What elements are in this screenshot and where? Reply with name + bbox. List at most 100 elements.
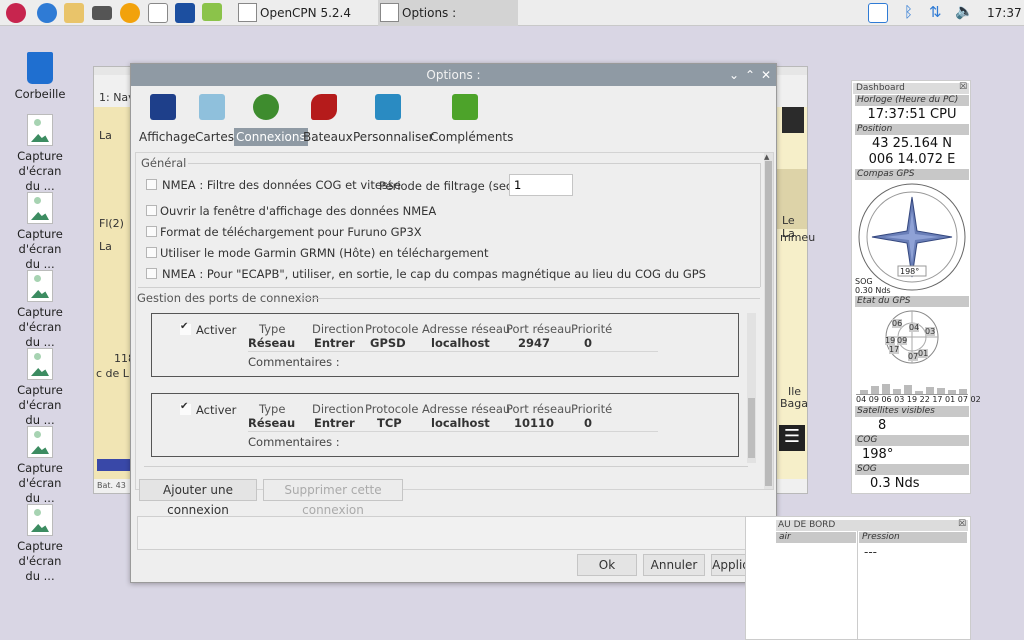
- col-header-type: Type: [259, 322, 286, 336]
- signal-status-icon[interactable]: [782, 107, 804, 133]
- tab-connexions[interactable]: Connexions: [234, 90, 308, 147]
- enable-label: Activer: [196, 403, 237, 417]
- options-task-icon: [380, 3, 399, 22]
- row-separator: [248, 351, 658, 352]
- menu-icon[interactable]: ☰: [779, 425, 805, 451]
- sun-icon[interactable]: [120, 3, 140, 23]
- comments-label: Commentaires :: [248, 435, 340, 449]
- col-header-address: Adresse réseau: [422, 322, 511, 336]
- connection-entry-1[interactable]: Activer Type Direction Protocole Adresse…: [151, 313, 739, 377]
- signal-bar: [882, 384, 890, 394]
- bluetooth-icon[interactable]: ᛒ: [904, 3, 913, 21]
- conn-type: Réseau: [248, 336, 296, 350]
- scroll-up-icon[interactable]: ▲: [764, 153, 769, 161]
- monitor-icon: [150, 94, 176, 120]
- task-opencpn[interactable]: OpenCPN 5.2.4: [236, 0, 374, 26]
- satellite-id: 03: [925, 327, 936, 336]
- signal-bar: [860, 390, 868, 394]
- longitude-value: 006 14.072 E: [868, 152, 956, 167]
- desktop-icon-screenshot[interactable]: Capture d'écran du ...: [4, 192, 76, 272]
- compass-caption: Compas GPS: [855, 169, 969, 180]
- group-separator: [138, 287, 760, 288]
- tab-bateaux[interactable]: Bateaux: [301, 90, 353, 147]
- conn-type: Réseau: [248, 416, 296, 430]
- filter-period-input[interactable]: [509, 174, 573, 196]
- keyboard-icon[interactable]: [92, 6, 112, 20]
- clock-caption: Horloge (Heure du PC): [855, 95, 969, 106]
- dialog-titlebar: Options : ⌄ ⌃ ✕: [131, 64, 776, 86]
- image-file-icon: [27, 504, 53, 536]
- furuno-format-label: Format de téléchargement pour Furuno GP3…: [160, 225, 422, 239]
- conn-protocol: TCP: [377, 416, 402, 430]
- row-separator: [248, 431, 658, 432]
- signal-bar: [959, 389, 967, 394]
- tab-personnaliser[interactable]: Personnaliser: [351, 90, 434, 147]
- list-app-icon[interactable]: [202, 3, 222, 21]
- furuno-format-checkbox[interactable]: [146, 226, 157, 237]
- connections-scrollbar[interactable]: [747, 313, 756, 463]
- enable-checkbox[interactable]: [180, 401, 191, 415]
- dashboard2-close-icon[interactable]: ☒: [958, 519, 966, 529]
- desktop-icon-screenshot[interactable]: Capture d'écran du ...: [4, 426, 76, 506]
- dialog-close-icon[interactable]: ✕: [759, 64, 773, 86]
- sog-caption: SOG: [855, 464, 969, 475]
- sats-visible-caption: Satellites visibles: [855, 406, 969, 417]
- desktop-icon-trash[interactable]: Corbeille: [4, 52, 76, 102]
- web-browser-icon[interactable]: [37, 3, 57, 23]
- garmin-host-checkbox[interactable]: [146, 247, 157, 258]
- conn-address: localhost: [431, 416, 490, 430]
- desktop-icon-screenshot[interactable]: Capture d'écran du ...: [4, 504, 76, 584]
- signal-bar: [915, 391, 923, 394]
- panel-scrollbar-thumb[interactable]: [765, 161, 772, 486]
- dialog-title: Options :: [426, 68, 481, 82]
- enable-checkbox[interactable]: [180, 321, 191, 335]
- image-file-icon: [27, 192, 53, 224]
- garmin-host-label: Utiliser le mode Garmin GRMN (Hôte) en t…: [160, 246, 489, 260]
- col-header-port: Port réseau: [506, 322, 572, 336]
- taskbar-clock[interactable]: 17:37: [987, 6, 1022, 20]
- connections-scrollbar-thumb[interactable]: [748, 398, 755, 458]
- cog-caption: COG: [855, 435, 969, 446]
- group-border: [760, 163, 761, 287]
- desktop-icon-screenshot[interactable]: Capture d'écran du ...: [4, 270, 76, 350]
- desktop-icon-screenshot[interactable]: Capture d'écran du ...: [4, 114, 76, 194]
- panel-scrollbar[interactable]: [764, 153, 773, 489]
- connection-entry-2[interactable]: Activer Type Direction Protocole Adresse…: [151, 393, 739, 457]
- cancel-button[interactable]: Annuler: [643, 554, 705, 576]
- desktop-icon-screenshot[interactable]: Capture d'écran du ...: [4, 348, 76, 428]
- navigation-app-icon[interactable]: [175, 3, 195, 23]
- chart-label: La: [99, 240, 112, 253]
- position-caption: Position: [855, 124, 969, 135]
- raspberry-menu-icon[interactable]: [6, 3, 26, 23]
- vnc-icon[interactable]: [868, 3, 888, 23]
- group-separator: [188, 163, 760, 164]
- dialog-maximize-icon[interactable]: ⌃: [743, 64, 757, 86]
- dashboard-close-icon[interactable]: ☒: [959, 82, 967, 92]
- remove-connection-button[interactable]: Supprimer cette connexion: [263, 479, 403, 517]
- opencpn-launcher-icon[interactable]: [148, 3, 168, 23]
- nmea-filter-label: NMEA : Filtre des données COG et vitesse: [162, 178, 401, 192]
- sog-small-value: 0.30 Nds: [855, 286, 891, 295]
- image-file-icon: [27, 348, 53, 380]
- network-arrows-icon[interactable]: ⇅: [929, 3, 942, 21]
- tab-complements[interactable]: Compléments: [428, 90, 513, 147]
- conn-direction: Entrer: [314, 336, 355, 350]
- ok-button[interactable]: Ok: [577, 554, 637, 576]
- satellite-id: 17: [889, 345, 900, 354]
- volume-icon[interactable]: 🔈: [955, 2, 974, 20]
- connections-icon: [253, 94, 279, 120]
- nmea-window-checkbox[interactable]: [146, 205, 157, 216]
- add-connection-button[interactable]: Ajouter une connexion: [139, 479, 257, 517]
- image-file-icon: [27, 270, 53, 302]
- ecapb-checkbox[interactable]: [146, 268, 157, 279]
- dialog-minimize-icon[interactable]: ⌄: [727, 64, 741, 86]
- col-header-address: Adresse réseau: [422, 402, 511, 416]
- nmea-filter-checkbox[interactable]: [146, 179, 157, 190]
- satellite-id: 06: [892, 319, 903, 328]
- task-options[interactable]: Options :: [378, 0, 518, 26]
- file-manager-icon[interactable]: [64, 3, 84, 23]
- puzzle-icon: [452, 94, 478, 120]
- tab-affichage[interactable]: Affichage: [137, 90, 195, 147]
- compass-heading: 198°: [900, 267, 920, 276]
- tab-cartes[interactable]: Cartes: [193, 90, 234, 147]
